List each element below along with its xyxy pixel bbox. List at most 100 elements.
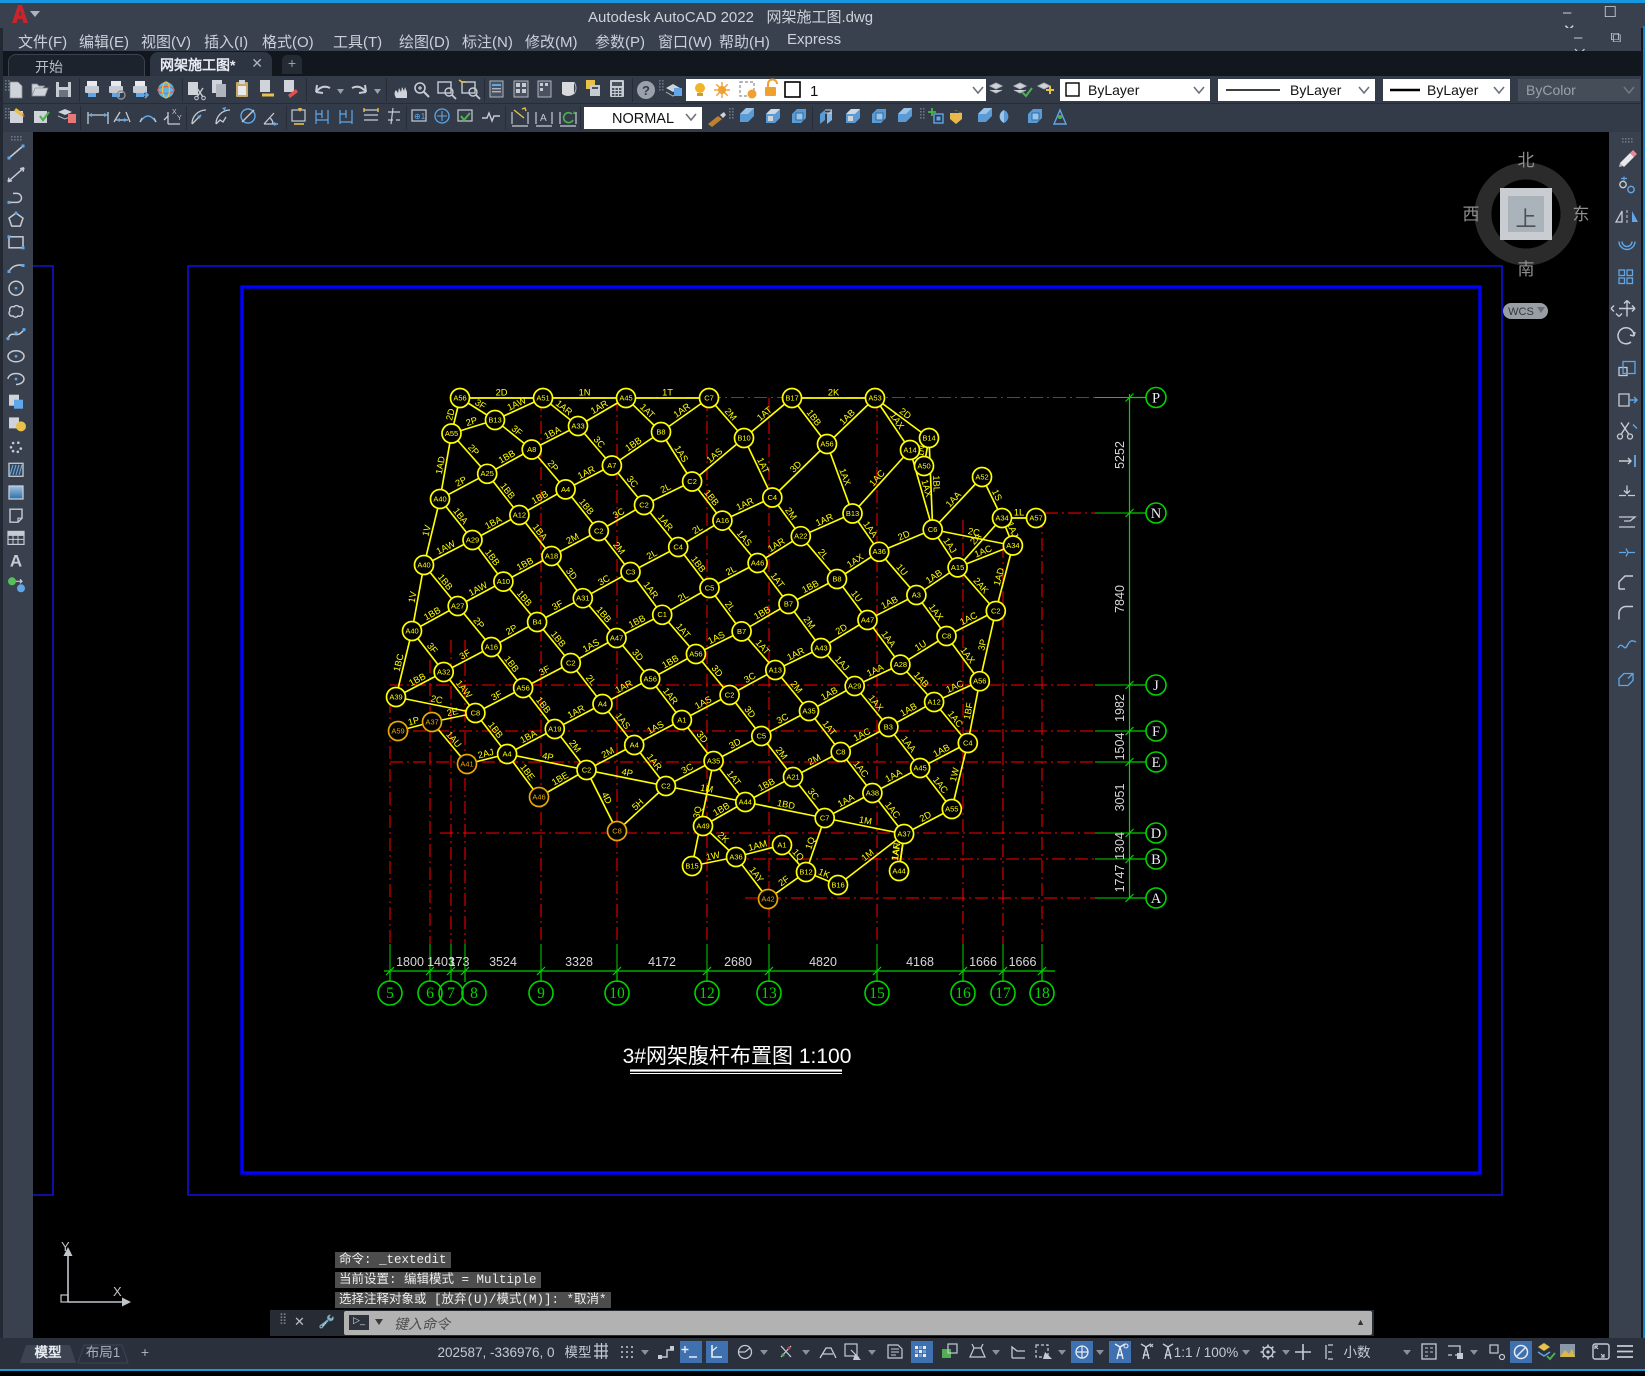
svg-text:A14: A14 [903, 445, 916, 454]
svg-text:A13: A13 [769, 665, 782, 674]
svg-text:1Q: 1Q [790, 847, 806, 863]
svg-text:B: B [1151, 852, 1161, 868]
svg-text:A40: A40 [417, 560, 430, 569]
svg-text:3F: 3F [458, 648, 473, 662]
svg-text:A46: A46 [532, 792, 545, 801]
svg-text:4D: 4D [600, 790, 614, 805]
svg-text:ByLayer: ByLayer [1427, 82, 1479, 98]
svg-text:2P: 2P [471, 615, 486, 630]
svg-text:C2: C2 [725, 690, 735, 699]
svg-text:A51: A51 [536, 393, 549, 402]
svg-text:B8: B8 [656, 427, 665, 436]
svg-text:3D: 3D [788, 459, 804, 475]
svg-text:C8: C8 [942, 631, 952, 640]
svg-text:B17: B17 [785, 393, 798, 402]
svg-text:C2: C2 [582, 765, 592, 774]
svg-text:18: 18 [1034, 985, 1050, 1002]
svg-text:A45: A45 [619, 393, 632, 402]
svg-text:A56: A56 [516, 683, 529, 692]
svg-text:C2: C2 [566, 658, 576, 667]
svg-text:6: 6 [426, 985, 434, 1002]
svg-text:A: A [1151, 891, 1162, 907]
svg-text:A44: A44 [892, 866, 905, 875]
svg-text:A40: A40 [433, 494, 446, 503]
svg-text:1K: 1K [817, 867, 832, 881]
svg-text:A16: A16 [485, 642, 498, 651]
svg-text:+: + [141, 1344, 149, 1360]
svg-text:模型: 模型 [565, 1345, 592, 1360]
svg-text:C2: C2 [594, 526, 604, 535]
svg-text:B12: B12 [799, 867, 812, 876]
svg-text:12: 12 [699, 985, 715, 1002]
svg-text:2D: 2D [496, 388, 508, 398]
svg-text:模型: 模型 [35, 1344, 62, 1360]
svg-text:3C: 3C [742, 670, 757, 685]
svg-text:2L: 2L [723, 599, 737, 613]
svg-text:3D: 3D [630, 647, 645, 663]
svg-text:A46: A46 [751, 558, 764, 567]
svg-text:2M: 2M [611, 540, 627, 556]
svg-text:C5: C5 [757, 731, 767, 740]
svg-text:3051: 3051 [1113, 784, 1127, 812]
svg-text:A34: A34 [995, 513, 1008, 522]
svg-text:2M: 2M [774, 745, 790, 761]
svg-text:A29: A29 [466, 535, 479, 544]
svg-text:3C: 3C [591, 434, 607, 450]
svg-text:南: 南 [1518, 260, 1535, 279]
svg-text:5252: 5252 [1113, 441, 1127, 469]
svg-text:A21: A21 [786, 772, 799, 781]
svg-text:4172: 4172 [648, 955, 676, 969]
svg-text:A25: A25 [481, 469, 494, 478]
svg-text:ByLayer: ByLayer [1088, 82, 1140, 98]
svg-text:A12: A12 [513, 510, 526, 519]
svg-text:1U: 1U [849, 588, 864, 604]
svg-text:2P: 2P [454, 474, 469, 488]
svg-text:3D: 3D [727, 736, 742, 751]
svg-text:2M: 2M [723, 406, 739, 422]
svg-text:A56: A56 [644, 674, 657, 683]
svg-text:A22: A22 [794, 532, 807, 541]
svg-text:3C: 3C [596, 573, 611, 588]
svg-text:B16: B16 [831, 880, 844, 889]
svg-text:WCS: WCS [1508, 306, 1534, 318]
svg-text:A36: A36 [729, 852, 742, 861]
svg-text:C7: C7 [820, 813, 830, 822]
svg-text:A28: A28 [894, 660, 907, 669]
svg-text:A27: A27 [451, 601, 464, 610]
svg-text:5H: 5H [630, 797, 646, 812]
svg-text:C2: C2 [991, 606, 1001, 615]
svg-text:2D: 2D [918, 809, 933, 824]
svg-text:C2: C2 [639, 500, 649, 509]
svg-text:小数: 小数 [1344, 1345, 1372, 1360]
svg-text:B4: B4 [533, 617, 542, 626]
svg-text:1S: 1S [990, 488, 1004, 503]
svg-text:3C: 3C [806, 786, 821, 802]
svg-text:A56: A56 [689, 649, 702, 658]
svg-text:ByLayer: ByLayer [1290, 82, 1342, 98]
svg-text:1L: 1L [1014, 508, 1024, 518]
svg-text:A59: A59 [391, 726, 404, 735]
svg-text:A55: A55 [445, 429, 458, 438]
svg-text:2L: 2L [816, 547, 830, 561]
svg-text:A41: A41 [460, 759, 473, 768]
svg-text:E: E [1152, 755, 1161, 771]
svg-text:1666: 1666 [1009, 955, 1037, 969]
svg-text:A16: A16 [716, 516, 729, 525]
svg-text:B7: B7 [784, 599, 793, 608]
svg-text:A35: A35 [802, 706, 815, 715]
svg-text:B13: B13 [488, 415, 501, 424]
svg-text:2F: 2F [777, 874, 792, 889]
svg-text:布局1: 布局1 [86, 1345, 121, 1360]
svg-text:⊕1: ⊕1 [414, 112, 426, 121]
svg-text:3C: 3C [625, 474, 640, 490]
svg-text:1U: 1U [894, 562, 909, 578]
svg-text:Y: Y [177, 115, 182, 122]
svg-text:3D: 3D [564, 566, 579, 582]
svg-text:A47: A47 [861, 615, 874, 624]
svg-text:C8: C8 [612, 826, 622, 835]
svg-text:F: F [1152, 724, 1160, 740]
svg-text:3#网架腹杆布置图 1:100: 3#网架腹杆布置图 1:100 [623, 1045, 852, 1068]
svg-text:3D: 3D [695, 729, 710, 745]
svg-text:A44: A44 [739, 797, 752, 806]
svg-text:C4: C4 [963, 738, 973, 747]
